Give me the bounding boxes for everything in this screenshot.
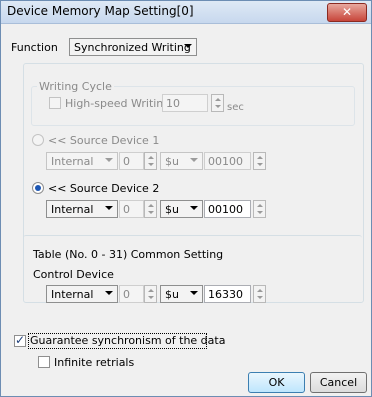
- control-number-input[interactable]: 0: [119, 285, 144, 303]
- chevron-down-icon: [190, 158, 198, 162]
- chevron-down-icon: [105, 291, 113, 295]
- control-address-value: 16330: [208, 288, 243, 301]
- cancel-button[interactable]: Cancel: [310, 372, 367, 393]
- guarantee-sync-checkbox[interactable]: [14, 333, 26, 347]
- function-label: Function: [11, 41, 58, 54]
- control-device-select[interactable]: Internal: [46, 285, 118, 303]
- highspeed-writing-checkbox[interactable]: [49, 97, 61, 109]
- source2-address-spinner[interactable]: [253, 200, 266, 218]
- source2-device-value: Internal: [51, 203, 94, 216]
- source2-device-select[interactable]: Internal: [46, 200, 118, 218]
- source2-number-spinner[interactable]: [144, 200, 157, 218]
- highspeed-writing-label: High-speed Writing: [65, 97, 171, 110]
- source1-address-spinner[interactable]: [253, 152, 266, 170]
- control-device-value: Internal: [51, 288, 94, 301]
- control-number-value: 0: [123, 288, 130, 301]
- source2-address-value: 00100: [208, 203, 243, 216]
- writing-cycle-label: Writing Cycle: [37, 80, 114, 93]
- writing-cycle-spinner[interactable]: [211, 94, 224, 112]
- source1-number-input[interactable]: 0: [119, 152, 144, 170]
- guarantee-sync-label: Guarantee synchronism of the data: [30, 334, 226, 347]
- writing-cycle-input[interactable]: 10: [162, 94, 208, 112]
- chevron-down-icon: [190, 206, 198, 210]
- table-setting-label: Table (No. 0 - 31) Common Setting: [33, 248, 224, 261]
- control-address-input[interactable]: 16330: [204, 285, 251, 303]
- control-address-spinner[interactable]: [253, 285, 266, 303]
- chevron-down-icon: [184, 44, 192, 48]
- source1-number-value: 0: [123, 155, 130, 168]
- control-number-spinner[interactable]: [144, 285, 157, 303]
- source2-type-value: $u: [165, 203, 179, 216]
- dialog-window: Device Memory Map Setting[0] ✕ Function …: [0, 0, 372, 397]
- chevron-down-icon: [190, 291, 198, 295]
- control-type-value: $u: [165, 288, 179, 301]
- chevron-down-icon: [105, 158, 113, 162]
- writing-cycle-value: 10: [166, 97, 180, 110]
- source2-number-input[interactable]: 0: [119, 200, 144, 218]
- source1-device-select[interactable]: Internal: [46, 152, 118, 170]
- source-device-1-label: << Source Device 1: [48, 134, 160, 147]
- chevron-down-icon: [105, 206, 113, 210]
- control-device-label: Control Device: [33, 268, 114, 281]
- infinite-retrials-checkbox[interactable]: [38, 356, 50, 368]
- source2-number-value: 0: [123, 203, 130, 216]
- source1-device-value: Internal: [51, 155, 94, 168]
- title-bar: Device Memory Map Setting[0] ✕: [1, 1, 371, 24]
- function-value: Synchronized Writing: [74, 41, 191, 54]
- source1-address-input[interactable]: 00100: [204, 152, 251, 170]
- source1-type-value: $u: [165, 155, 179, 168]
- source-device-2-label: << Source Device 2: [48, 182, 160, 195]
- close-button[interactable]: ✕: [327, 3, 367, 22]
- infinite-retrials-label: Infinite retrials: [54, 356, 135, 369]
- control-type-select[interactable]: $u: [160, 285, 203, 303]
- window-title: Device Memory Map Setting[0]: [7, 4, 194, 18]
- ok-button[interactable]: OK: [248, 372, 305, 393]
- source2-type-select[interactable]: $u: [160, 200, 203, 218]
- writing-cycle-unit: sec: [227, 102, 244, 113]
- source-device-2-radio[interactable]: [32, 182, 44, 194]
- source2-address-input[interactable]: 00100: [204, 200, 251, 218]
- close-icon: ✕: [341, 5, 353, 19]
- source1-address-value: 00100: [208, 155, 243, 168]
- function-select[interactable]: Synchronized Writing: [69, 38, 197, 56]
- source1-number-spinner[interactable]: [144, 152, 157, 170]
- source1-type-select[interactable]: $u: [160, 152, 203, 170]
- source-device-1-radio[interactable]: [32, 134, 44, 146]
